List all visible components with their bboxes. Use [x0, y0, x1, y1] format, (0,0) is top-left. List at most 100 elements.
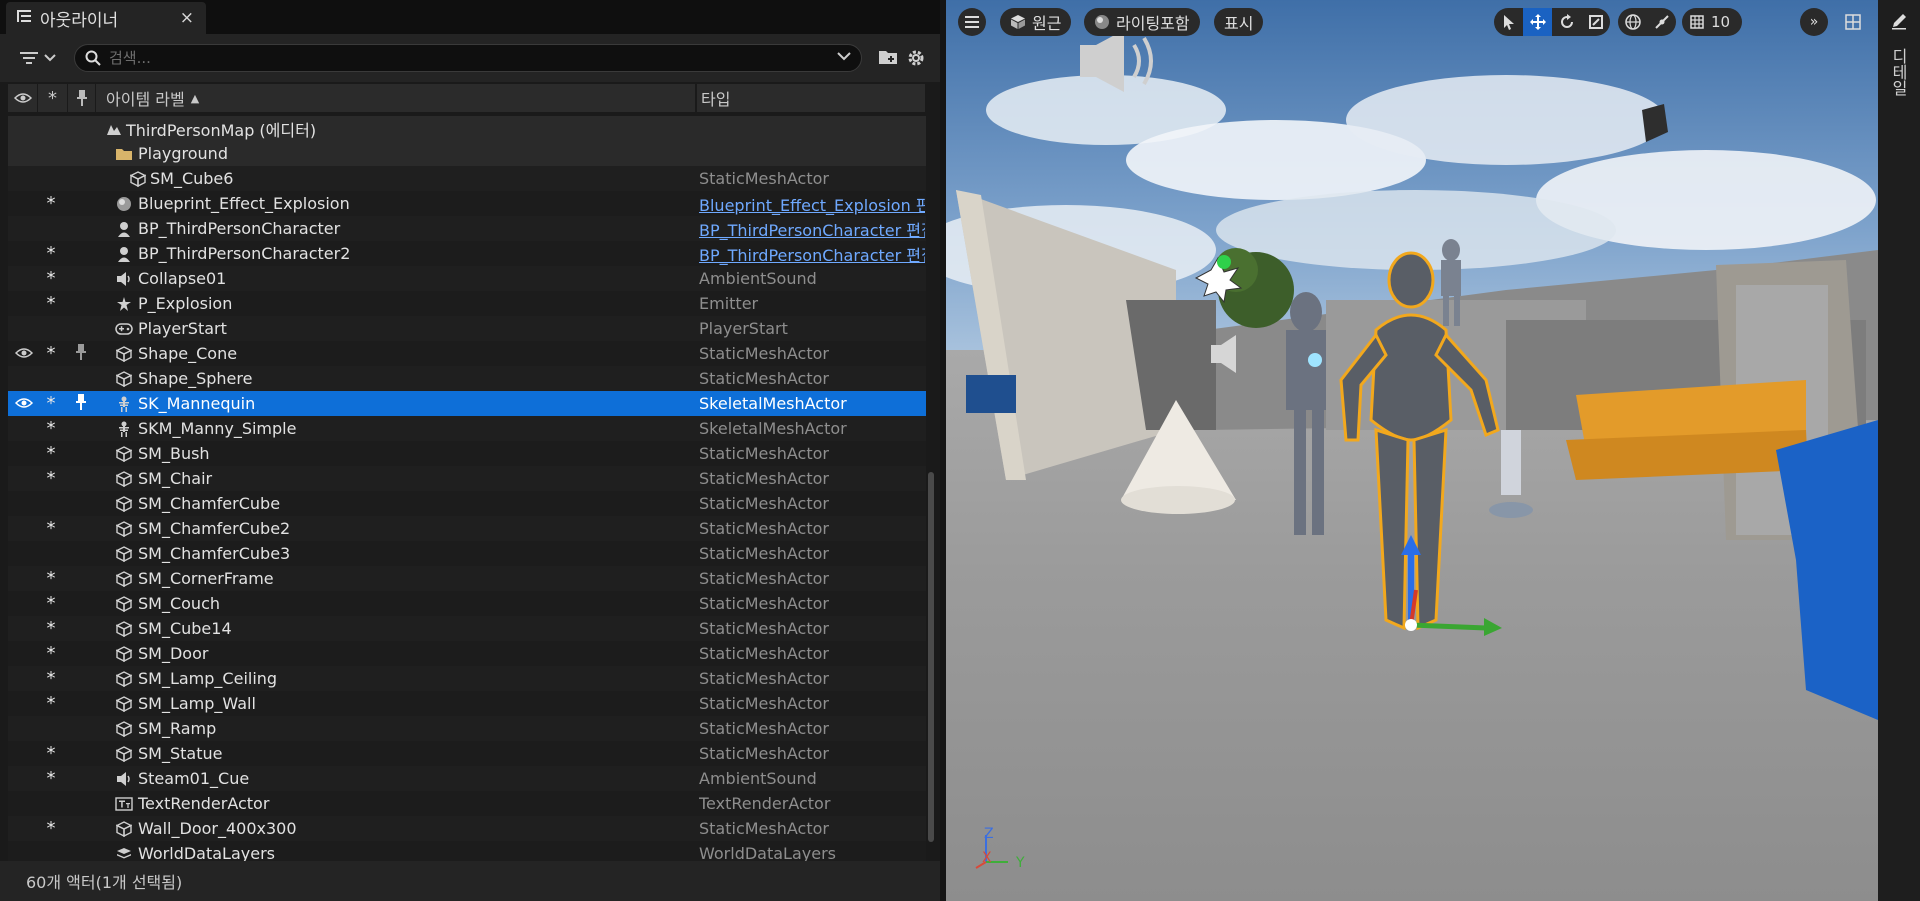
cube-icon: [114, 545, 134, 563]
cube-icon: [114, 470, 134, 488]
visibility-eye-icon[interactable]: [12, 344, 36, 363]
edit-blueprint-link[interactable]: BP_ThirdPersonCharacter 편집: [699, 217, 925, 241]
cube-icon: [114, 670, 134, 688]
edit-blueprint-link[interactable]: Blueprint_Effect_Explosion 편집: [699, 192, 925, 216]
star-column-icon[interactable]: *: [38, 84, 68, 112]
surface-snap-icon[interactable]: [1647, 8, 1676, 36]
viewport-layout-button[interactable]: [1838, 8, 1868, 36]
tree-row[interactable]: PlayerStart PlayerStart: [8, 316, 926, 341]
search-options-chevron-icon[interactable]: [837, 49, 851, 65]
modified-star-icon: *: [46, 643, 56, 664]
close-icon[interactable]: ×: [180, 8, 194, 28]
folder-icon: [114, 145, 134, 163]
settings-gear-icon[interactable]: [906, 48, 928, 70]
tree-row[interactable]: * SM_Lamp_Wall StaticMeshActor: [8, 691, 926, 716]
tree-row[interactable]: * Collapse01 AmbientSound: [8, 266, 926, 291]
more-tools-button[interactable]: »: [1800, 8, 1828, 36]
tree-row[interactable]: * Wall_Door_400x300 StaticMeshActor: [8, 816, 926, 841]
show-label: 표시: [1224, 14, 1254, 33]
tree-row[interactable]: * BP_ThirdPersonCharacter2 BP_ThirdPersonC…: [8, 241, 926, 266]
modified-star-icon: *: [46, 593, 56, 614]
type-column-header: 타입: [701, 90, 731, 109]
pin-icon[interactable]: [72, 393, 90, 414]
pencil-icon[interactable]: [1890, 12, 1908, 34]
character-icon: [114, 245, 134, 263]
select-tool-icon[interactable]: [1494, 8, 1523, 36]
cube-perspective-icon: [1011, 15, 1025, 29]
pin-icon[interactable]: [72, 343, 90, 364]
tree-row[interactable]: * SM_Statue StaticMeshActor: [8, 741, 926, 766]
item-type: AmbientSound: [699, 269, 817, 288]
tree-row[interactable]: * SM_ChamferCube2 StaticMeshActor: [8, 516, 926, 541]
tree-row[interactable]: Shape_Sphere StaticMeshActor: [8, 366, 926, 391]
item-type: StaticMeshActor: [699, 344, 829, 363]
vertical-scrollbar[interactable]: [928, 472, 934, 842]
visibility-eye-icon[interactable]: [12, 394, 36, 413]
tree-row[interactable]: * SM_Lamp_Ceiling StaticMeshActor: [8, 666, 926, 691]
level-row[interactable]: ThirdPersonMap (에디터): [8, 116, 926, 141]
tree-row[interactable]: WorldDataLayers WorldDataLayers: [8, 841, 926, 861]
show-button[interactable]: 표시: [1214, 8, 1264, 36]
tree-row[interactable]: TextRenderActor TextRenderActor: [8, 791, 926, 816]
modified-star-icon: *: [46, 743, 56, 764]
tree-row[interactable]: BP_ThirdPersonCharacter BP_ThirdPersonCha…: [8, 216, 926, 241]
perspective-button[interactable]: 원근: [1000, 8, 1072, 36]
item-type: StaticMeshActor: [699, 644, 829, 663]
pin-column-icon[interactable]: [68, 84, 96, 112]
type-column[interactable]: 타입: [696, 84, 926, 112]
skeleton-icon: [114, 395, 134, 413]
move-tool-icon[interactable]: [1523, 8, 1552, 36]
tree-row[interactable]: SM_ChamferCube StaticMeshActor: [8, 491, 926, 516]
cube-icon: [114, 645, 134, 663]
tree-row[interactable]: * SKM_Manny_Simple SkeletalMeshActor: [8, 416, 926, 441]
visibility-column-eye-icon[interactable]: [8, 84, 38, 112]
modified-star-icon: *: [46, 518, 56, 539]
folder-row[interactable]: Playground: [8, 141, 926, 166]
tree-row[interactable]: * Steam01_Cue AmbientSound: [8, 766, 926, 791]
tree-row[interactable]: SM_ChamferCube3 StaticMeshActor: [8, 541, 926, 566]
item-type: StaticMeshActor: [699, 444, 829, 463]
level-viewport[interactable]: Z X Y 원근 라이팅포함 표시 10 »: [946, 0, 1878, 901]
grid-snap-control[interactable]: 10: [1682, 8, 1742, 36]
search-input[interactable]: [109, 49, 809, 67]
tree-row[interactable]: * SK_Mannequin SkeletalMeshActor: [8, 391, 926, 416]
sort-ascending-icon: ▲: [190, 91, 200, 105]
item-label: SM_Cube6: [150, 169, 234, 188]
gamepad-icon: [114, 320, 134, 338]
details-tab[interactable]: 디테일: [1886, 48, 1910, 96]
tree-row[interactable]: * Shape_Cone StaticMeshActor: [8, 341, 926, 366]
cube-icon: [114, 595, 134, 613]
hamburger-icon: [965, 16, 979, 28]
lighting-mode-button[interactable]: 라이팅포함: [1084, 8, 1200, 36]
item-type: StaticMeshActor: [699, 819, 829, 838]
tree-row[interactable]: * SM_Chair StaticMeshActor: [8, 466, 926, 491]
scale-tool-icon[interactable]: [1581, 8, 1610, 36]
viewport-menu-button[interactable]: [958, 8, 986, 36]
outliner-tab[interactable]: 아웃라이너 ×: [6, 2, 206, 34]
item-type: StaticMeshActor: [699, 619, 829, 638]
rotate-tool-icon[interactable]: [1552, 8, 1581, 36]
tree-row[interactable]: * SM_CornerFrame StaticMeshActor: [8, 566, 926, 591]
item-label-header: 아이템 라벨: [106, 90, 185, 109]
tree-row[interactable]: * SM_Couch StaticMeshActor: [8, 591, 926, 616]
world-globe-icon[interactable]: [1618, 8, 1647, 36]
tree-row[interactable]: * SM_Cube14 StaticMeshActor: [8, 616, 926, 641]
tree-row[interactable]: * P_Explosion Emitter: [8, 291, 926, 316]
filter-button[interactable]: [20, 46, 64, 70]
map-icon: [104, 120, 124, 138]
cube-icon: [114, 745, 134, 763]
tree-row[interactable]: SM_Cube6 StaticMeshActor: [8, 166, 926, 191]
tree-row[interactable]: * SM_Door StaticMeshActor: [8, 641, 926, 666]
tree-row[interactable]: SM_Ramp StaticMeshActor: [8, 716, 926, 741]
tree-row[interactable]: * Blueprint_Effect_Explosion Blueprint_Eff…: [8, 191, 926, 216]
item-label: BP_ThirdPersonCharacter2: [138, 244, 351, 263]
outliner-panel: 아웃라이너 × 검색... * 아이템 라벨 ▲ 타입 ThirdPersonM…: [0, 0, 940, 901]
add-folder-icon[interactable]: [878, 48, 900, 70]
outliner-toolbar: [0, 34, 940, 82]
item-label: SM_Lamp_Wall: [138, 694, 256, 713]
item-type: StaticMeshActor: [699, 569, 829, 588]
item-type: StaticMeshActor: [699, 519, 829, 538]
edit-blueprint-link[interactable]: BP_ThirdPersonCharacter 편집: [699, 242, 925, 266]
tree-row[interactable]: * SM_Bush StaticMeshActor: [8, 441, 926, 466]
item-label-column[interactable]: 아이템 라벨 ▲: [106, 84, 696, 112]
